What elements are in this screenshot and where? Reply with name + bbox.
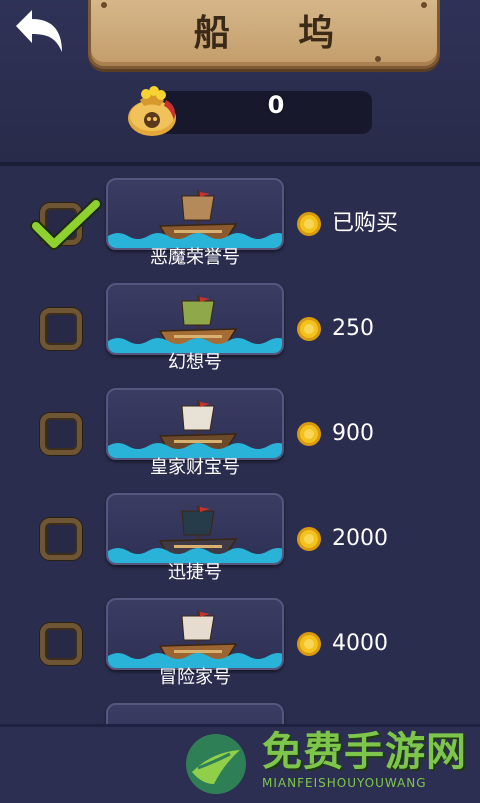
ship-card[interactable]: [106, 178, 284, 250]
ship-select-checkbox[interactable]: [40, 518, 82, 560]
ship-icon: [108, 505, 282, 563]
ship-name: 冒险家号: [159, 667, 231, 688]
ship-icon: [108, 400, 282, 458]
watermark-title: 免费手游网: [262, 729, 467, 775]
coin-balance-bar: 0: [152, 91, 372, 134]
ship-icon: [108, 295, 282, 353]
ship-name: 迅捷号: [168, 562, 222, 583]
ship-icon: [108, 190, 282, 248]
ship-card-partial[interactable]: [106, 703, 284, 724]
ship-name: 恶魔荣誉号: [150, 247, 240, 268]
ship-price: 2000: [332, 526, 388, 551]
coin-icon: [297, 422, 321, 446]
ship-row[interactable]: 幻想号 250: [0, 281, 480, 386]
ship-select-checkbox[interactable]: [40, 413, 82, 455]
ship-name: 皇家财宝号: [150, 457, 240, 478]
ship-select-checkbox[interactable]: [40, 203, 82, 245]
ship-price: 900: [332, 421, 374, 446]
coin-icon: [297, 317, 321, 341]
ship-icon: [108, 610, 282, 668]
ship-card[interactable]: [106, 388, 284, 460]
ship-price: 已购买: [332, 211, 399, 236]
ship-list[interactable]: 恶魔荣誉号 已购买幻想号 250 皇家财宝号 900 迅捷号 2000 冒险家号 4000: [0, 176, 480, 724]
ship-card[interactable]: [106, 283, 284, 355]
ship-row[interactable]: 皇家财宝号 900: [0, 386, 480, 491]
ship-row[interactable]: 迅捷号 2000: [0, 491, 480, 596]
coin-icon: [297, 632, 321, 656]
back-arrow-icon[interactable]: [8, 6, 68, 58]
page-title: 船 坞: [193, 13, 363, 54]
ship-name: 幻想号: [168, 352, 222, 373]
ship-card[interactable]: [106, 493, 284, 565]
ship-price: 250: [332, 316, 374, 341]
watermark-subtitle: MIANFEISHOUYOUWANG: [262, 776, 427, 790]
coin-balance-value: 0: [267, 91, 285, 119]
coin-icon: [297, 212, 321, 236]
ship-price: 4000: [332, 631, 388, 656]
money-bag-icon: [128, 86, 176, 136]
ship-select-checkbox[interactable]: [40, 308, 82, 350]
watermark-logo-icon: [186, 734, 246, 794]
ship-row[interactable]: 冒险家号 4000: [0, 596, 480, 701]
ship-card[interactable]: [106, 598, 284, 670]
ship-select-checkbox[interactable]: [40, 623, 82, 665]
ship-row[interactable]: 恶魔荣誉号 已购买: [0, 176, 480, 281]
coin-icon: [297, 527, 321, 551]
title-board: 船 坞: [88, 0, 440, 69]
